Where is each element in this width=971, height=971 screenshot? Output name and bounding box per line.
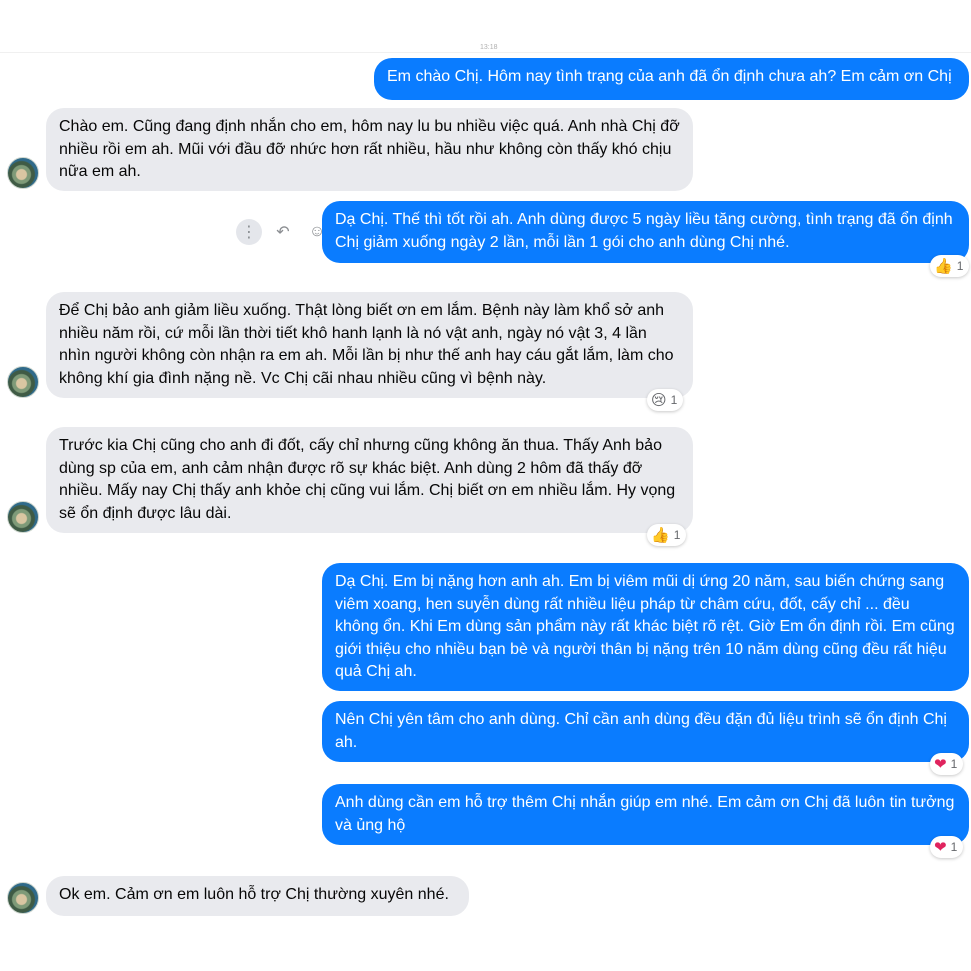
message-hover-tools: ⋮ ↶ ☺: [236, 219, 330, 245]
contact-avatar[interactable]: [7, 882, 39, 914]
contact-avatar[interactable]: [7, 366, 39, 398]
reaction-count: 1: [950, 840, 958, 854]
message-incoming[interactable]: Ok em. Cảm ơn em luôn hỗ trợ Chị thường …: [46, 876, 469, 916]
message-incoming[interactable]: Trước kia Chị cũng cho anh đi đốt, cấy c…: [46, 427, 693, 533]
reaction-badge[interactable]: 👍 1: [930, 255, 970, 277]
message-incoming[interactable]: Chào em. Cũng đang định nhắn cho em, hôm…: [46, 108, 693, 191]
timestamp: 13:18: [480, 44, 498, 51]
message-incoming[interactable]: Để Chị bảo anh giảm liều xuống. Thật lòn…: [46, 292, 693, 398]
message-outgoing[interactable]: Dạ Chị. Em bị nặng hơn anh ah. Em bị viê…: [322, 563, 969, 691]
reaction-badge[interactable]: ❤ 1: [930, 836, 964, 858]
top-bar: 13:18: [0, 0, 971, 53]
heart-icon: ❤: [934, 755, 947, 773]
reaction-badge[interactable]: 👍 1: [647, 524, 687, 546]
crying-face-icon: 😢: [651, 391, 667, 409]
heart-icon: ❤: [934, 838, 947, 856]
reaction-count: 1: [670, 393, 678, 407]
contact-avatar[interactable]: [7, 157, 39, 189]
message-outgoing[interactable]: Dạ Chị. Thế thì tốt rồi ah. Anh dùng đượ…: [322, 201, 969, 263]
reaction-count: 1: [956, 259, 964, 273]
thumbs-up-icon: 👍: [651, 526, 670, 544]
reaction-count: 1: [950, 757, 958, 771]
thumbs-up-icon: 👍: [934, 257, 953, 275]
message-outgoing[interactable]: Anh dùng cần em hỗ trợ thêm Chị nhắn giú…: [322, 784, 969, 845]
contact-avatar[interactable]: [7, 501, 39, 533]
message-outgoing[interactable]: Nên Chị yên tâm cho anh dùng. Chỉ cần an…: [322, 701, 969, 762]
reaction-badge[interactable]: ❤ 1: [930, 753, 964, 775]
reply-icon[interactable]: ↶: [270, 219, 296, 245]
reaction-count: 1: [673, 528, 681, 542]
more-options-icon[interactable]: ⋮: [236, 219, 262, 245]
message-outgoing[interactable]: Em chào Chị. Hôm nay tình trạng của anh …: [374, 58, 969, 100]
reaction-badge[interactable]: 😢 1: [647, 389, 684, 411]
